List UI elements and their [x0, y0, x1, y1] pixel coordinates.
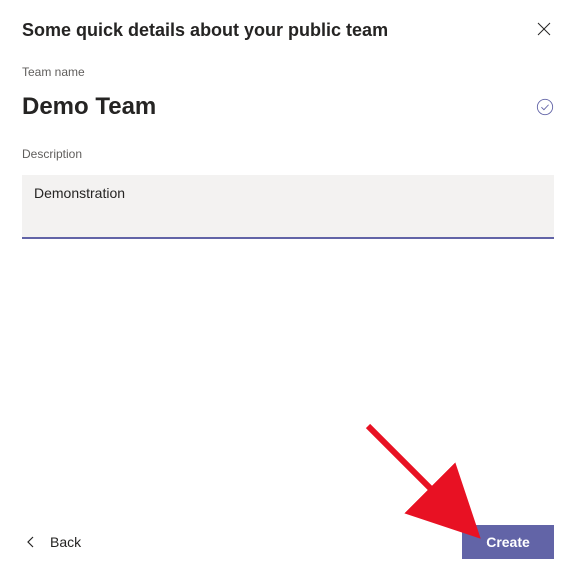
- back-button-label: Back: [50, 534, 81, 550]
- dialog-footer: Back Create: [22, 525, 554, 559]
- close-button[interactable]: [534, 20, 554, 40]
- description-input[interactable]: [22, 175, 554, 239]
- create-button[interactable]: Create: [462, 525, 554, 559]
- chevron-left-icon: [26, 537, 36, 547]
- team-name-row: Demo Team: [22, 93, 554, 121]
- team-name-label: Team name: [22, 65, 554, 79]
- description-label: Description: [22, 147, 554, 161]
- checkmark-circle-icon: [536, 98, 554, 116]
- dialog-title: Some quick details about your public tea…: [22, 20, 388, 41]
- back-button[interactable]: Back: [22, 528, 85, 556]
- close-icon: [537, 22, 551, 39]
- dialog-header: Some quick details about your public tea…: [22, 20, 554, 41]
- team-name-value[interactable]: Demo Team: [22, 93, 156, 121]
- create-team-dialog: Some quick details about your public tea…: [0, 0, 576, 579]
